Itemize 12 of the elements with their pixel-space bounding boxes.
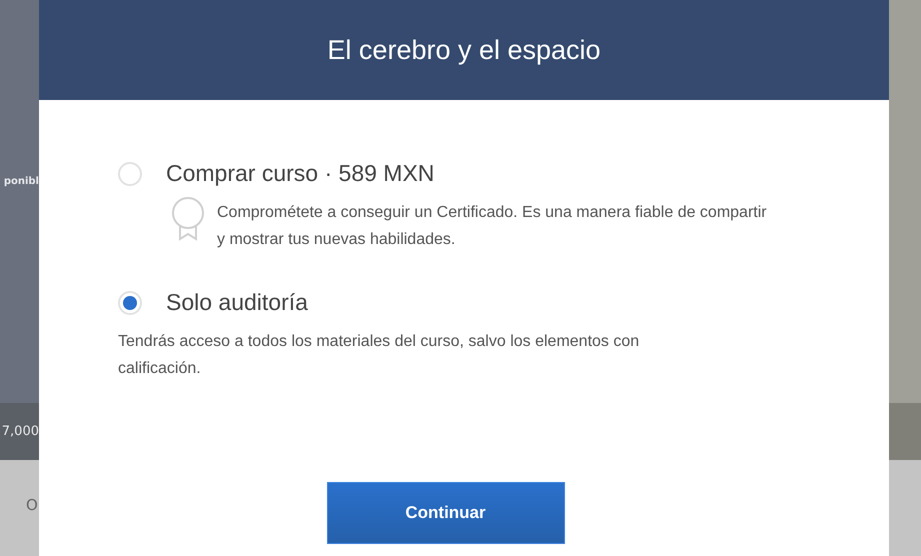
option-description: Comprométete a conseguir un Certificado. Es una manera fiable de compartir y mostrar tus nuevas habilidades. bbox=[217, 203, 768, 250]
radio-button[interactable] bbox=[118, 162, 142, 186]
background-label: ponibl bbox=[4, 176, 39, 187]
dialog-title: El cerebro y el espacio bbox=[327, 34, 601, 66]
option-title: Comprar curso · 589 MXN bbox=[166, 160, 434, 187]
ribbon-icon bbox=[171, 197, 205, 241]
continue-button[interactable]: Continuar bbox=[326, 482, 564, 544]
option-title: Solo auditoría bbox=[166, 289, 308, 316]
option-description: Tendrás acceso a todos los materiales del curso, salvo los elementos con calificación. bbox=[118, 332, 640, 379]
background-label: 7,000 bbox=[2, 424, 39, 439]
background-label: O bbox=[26, 496, 39, 514]
radio-button[interactable] bbox=[118, 290, 142, 314]
